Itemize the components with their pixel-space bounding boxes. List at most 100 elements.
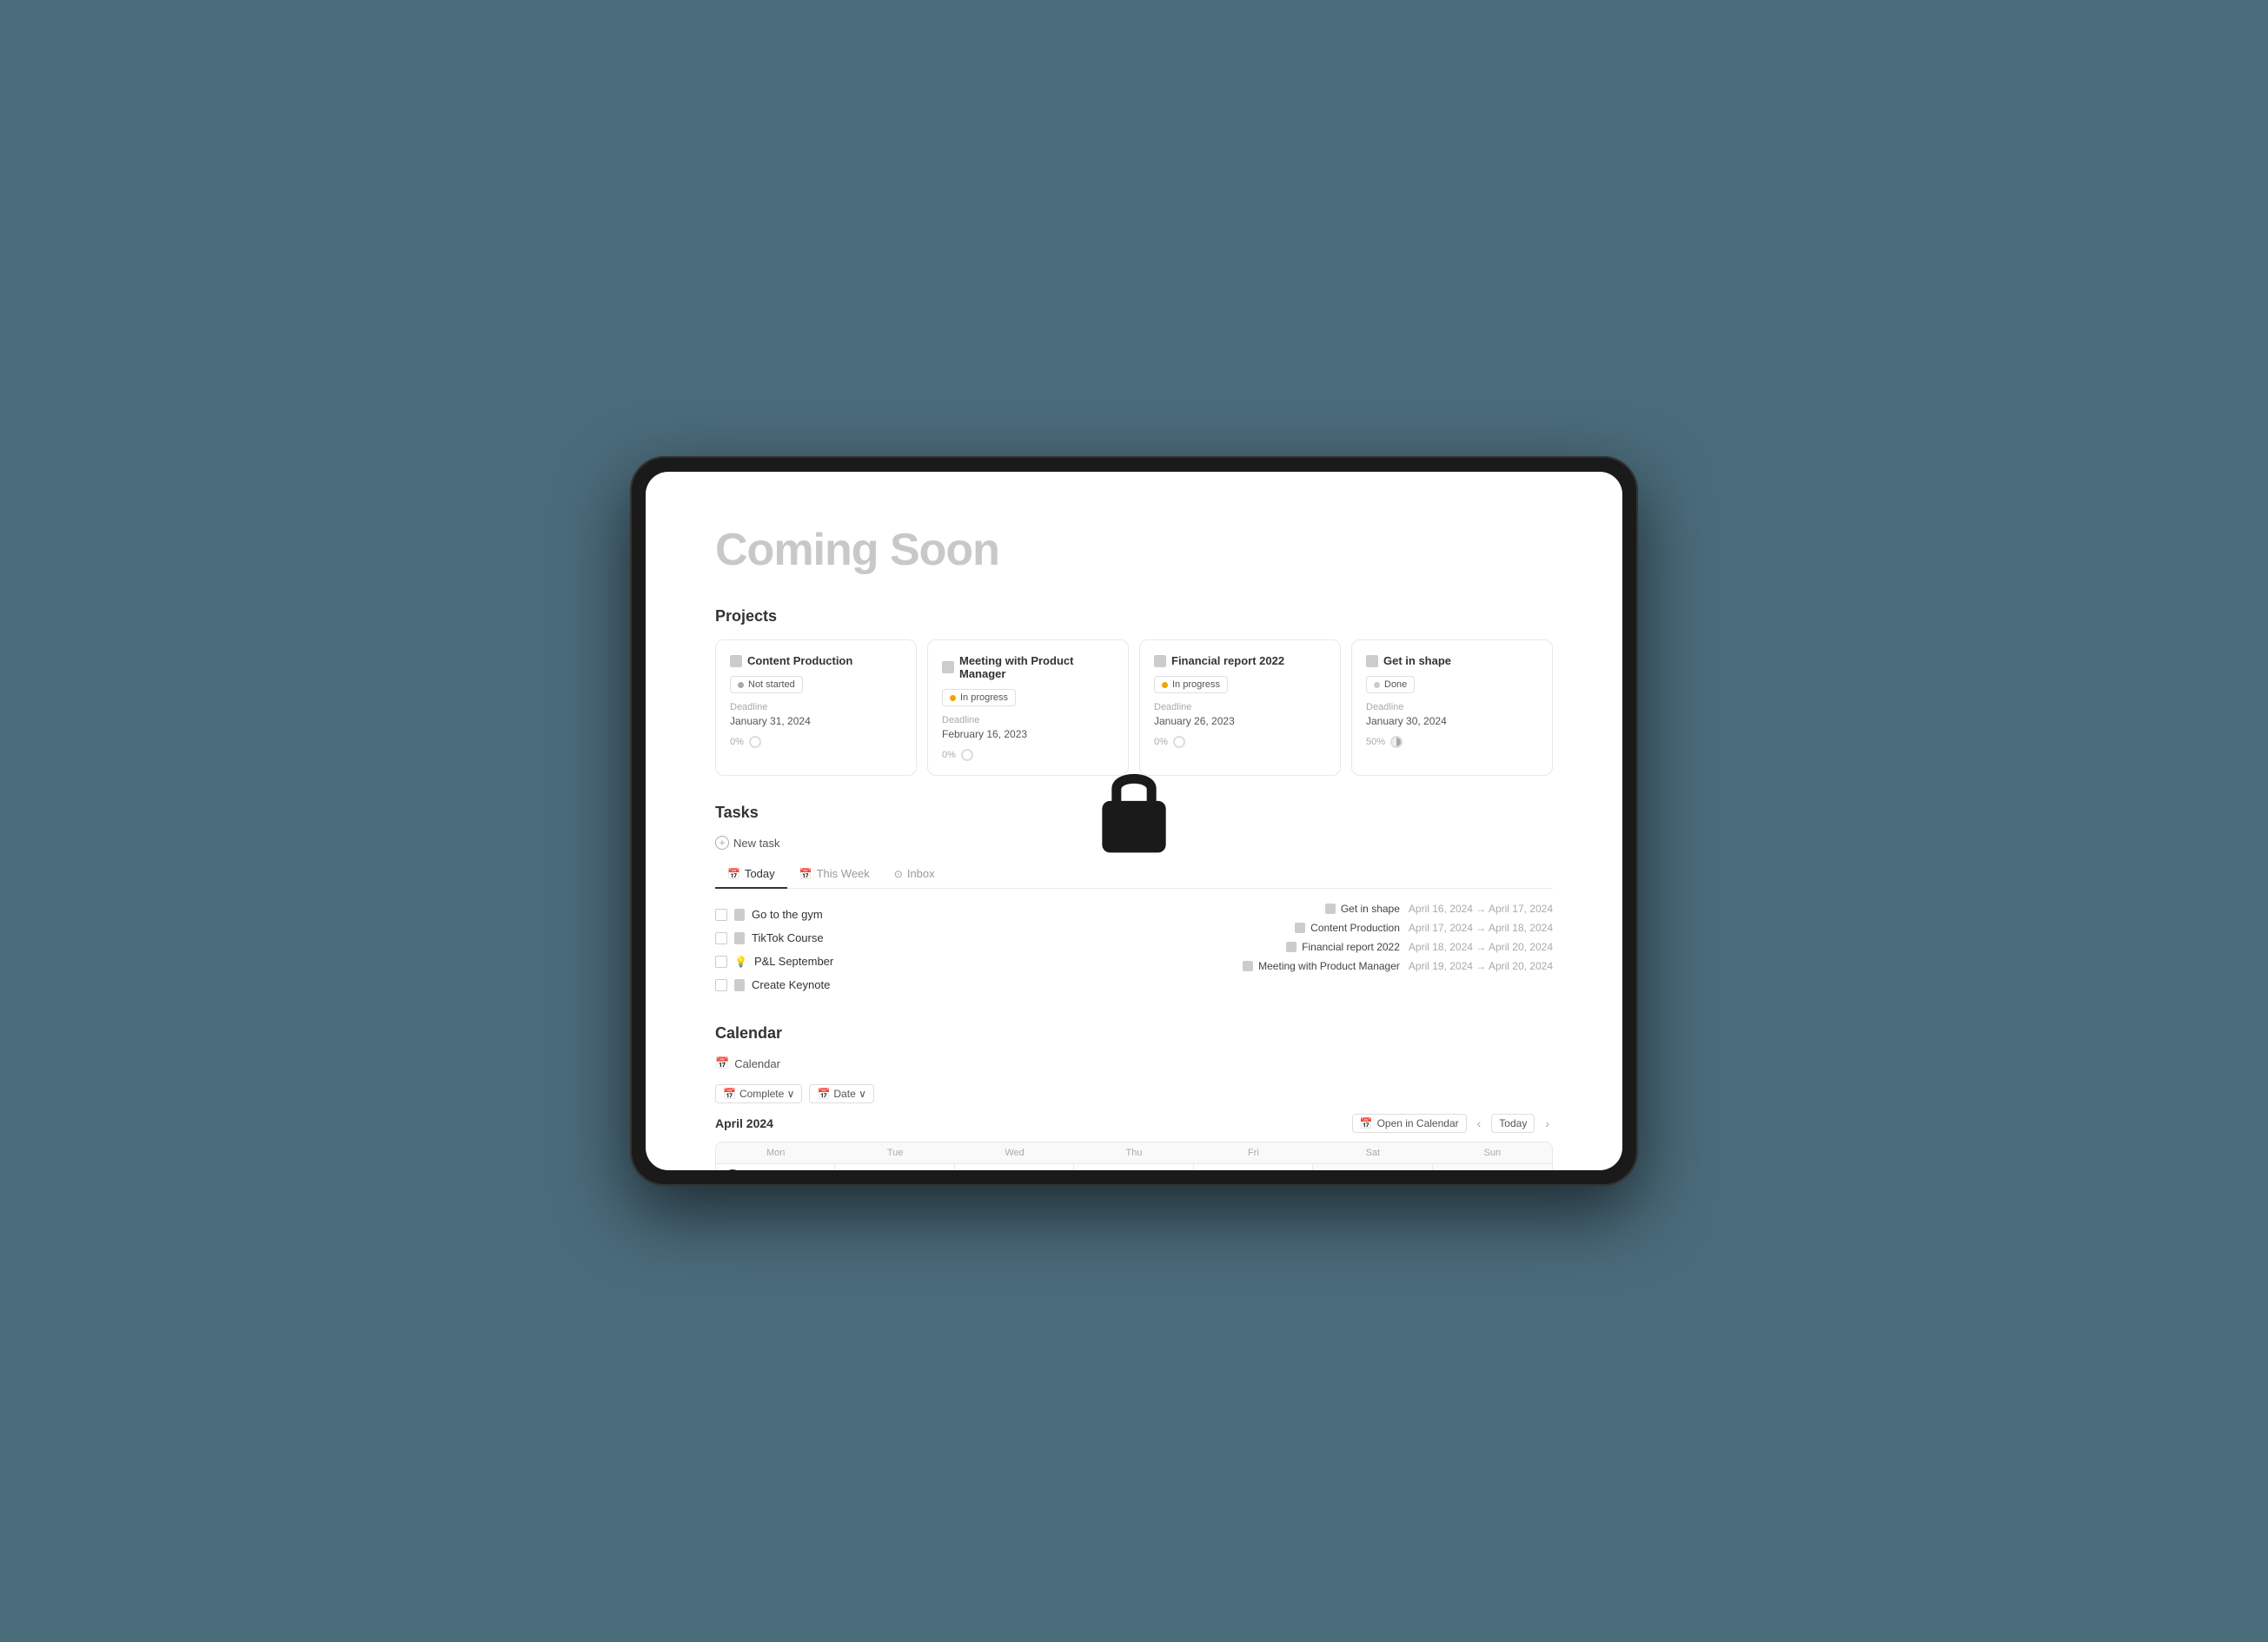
tablet-frame: Coming Soon Projects Content Production … [630, 456, 1638, 1186]
cal-date-21: 21 [1440, 1169, 1545, 1170]
timeline-item-3: Meeting with Product Manager April 19, 2… [1151, 960, 1553, 972]
cal-header-thu: Thu [1074, 1142, 1193, 1163]
task-checkbox-0[interactable] [715, 909, 727, 921]
progress-3: 50% [1366, 736, 1538, 748]
cal-prev-button[interactable]: ‹ [1474, 1115, 1485, 1132]
cal-cell-17[interactable]: 17 TikTok Course Complete [955, 1164, 1074, 1170]
task-item-3[interactable]: Create Keynote [715, 973, 1117, 996]
cal-header-fri: Fri [1194, 1142, 1313, 1163]
calendar-week-row: 15 16 Go to the gym [716, 1164, 1552, 1170]
cal-cell-18[interactable]: 18 📍 P&L September Complete [1074, 1164, 1193, 1170]
calendar-days-header: Mon Tue Wed Thu Fri Sat Sun [716, 1142, 1552, 1164]
project-card-0[interactable]: Content Production Not started Deadline … [715, 639, 917, 776]
project-card-title-0: Content Production [730, 654, 902, 667]
deadline-label-3: Deadline [1366, 702, 1538, 712]
calendar-month: April 2024 [715, 1116, 773, 1130]
open-in-calendar-button[interactable]: 📅 Open in Calendar [1352, 1114, 1467, 1133]
task-doc-icon-3 [734, 979, 745, 991]
timeline-title-0: Get in shape [1325, 903, 1400, 915]
project-icon-0 [730, 655, 742, 667]
project-card-title-1: Meeting with Product Manager [942, 654, 1114, 680]
deadline-date-2: January 26, 2023 [1154, 715, 1326, 727]
cal-date-19: 19 [1201, 1169, 1305, 1170]
calendar-nav: 📅 Open in Calendar ‹ Today › [1352, 1114, 1553, 1133]
new-task-button[interactable]: + New task [715, 836, 779, 850]
projects-grid: Content Production Not started Deadline … [715, 639, 1553, 776]
task-checkbox-1[interactable] [715, 932, 727, 944]
task-checkbox-3[interactable] [715, 979, 727, 991]
project-card-3[interactable]: Get in shape Done Deadline January 30, 2… [1351, 639, 1553, 776]
deadline-date-1: February 16, 2023 [942, 728, 1114, 740]
status-dot-2 [1162, 682, 1168, 688]
project-icon-3 [1366, 655, 1378, 667]
tab-this-week[interactable]: 📅 This Week [787, 862, 882, 889]
status-badge-1: In progress [942, 689, 1016, 706]
task-item-2[interactable]: 💡 P&L September [715, 950, 1117, 973]
tab-week-icon: 📅 [799, 868, 812, 880]
task-checkbox-2[interactable] [715, 956, 727, 968]
cal-cell-20[interactable]: 20 [1313, 1164, 1432, 1170]
timeline-item-2: Financial report 2022 April 18, 2024 → A… [1151, 941, 1553, 953]
status-dot-0 [738, 682, 744, 688]
task-item-0[interactable]: Go to the gym [715, 903, 1117, 926]
tab-inbox-icon: ⊙ [894, 868, 903, 880]
timeline-icon-1 [1295, 923, 1305, 933]
deadline-label-0: Deadline [730, 702, 902, 712]
cal-date-18: 18 [1081, 1169, 1185, 1170]
content-area[interactable]: Coming Soon Projects Content Production … [646, 472, 1622, 1170]
cal-date-17: 17 [962, 1169, 1066, 1170]
progress-0: 0% [730, 736, 902, 748]
deadline-label-2: Deadline [1154, 702, 1326, 712]
projects-section: Projects Content Production Not started … [715, 607, 1553, 776]
calendar-section: Calendar 📅 Calendar 📅 Complete ∨ 📅 Date … [715, 1024, 1553, 1170]
timeline-title-3: Meeting with Product Manager [1243, 960, 1400, 972]
cal-header-tue: Tue [835, 1142, 954, 1163]
deadline-date-3: January 30, 2024 [1366, 715, 1538, 727]
tablet-screen: Coming Soon Projects Content Production … [646, 472, 1622, 1170]
cal-cell-21[interactable]: 21 [1433, 1164, 1552, 1170]
progress-circle-3 [1390, 736, 1403, 748]
project-card-title-3: Get in shape [1366, 654, 1538, 667]
calendar-label: 📅 Calendar [715, 1056, 780, 1070]
cal-header-mon: Mon [716, 1142, 835, 1163]
filter-date-button[interactable]: 📅 Date ∨ [809, 1084, 873, 1103]
timeline-icon-2 [1286, 942, 1296, 952]
plus-icon: + [715, 836, 729, 850]
project-icon-1 [942, 661, 954, 673]
cal-header-sat: Sat [1313, 1142, 1432, 1163]
timeline-title-2: Financial report 2022 [1286, 941, 1400, 953]
calendar-toolbar: 📅 Calendar [715, 1056, 1553, 1070]
progress-2: 0% [1154, 736, 1326, 748]
filter-complete-button[interactable]: 📅 Complete ∨ [715, 1084, 802, 1103]
progress-circle-1 [961, 749, 973, 761]
projects-section-title: Projects [715, 607, 1553, 626]
project-card-1[interactable]: Meeting with Product Manager In progress… [927, 639, 1129, 776]
cal-date-16: 16 [842, 1169, 946, 1170]
cal-next-button[interactable]: › [1542, 1115, 1553, 1132]
tasks-toolbar: + New task [715, 836, 1553, 850]
cal-cell-19[interactable]: 19 [1194, 1164, 1313, 1170]
cal-today-button[interactable]: Today [1491, 1114, 1535, 1133]
cal-cell-15[interactable]: 15 [716, 1164, 835, 1170]
status-dot-3 [1374, 682, 1380, 688]
project-icon-2 [1154, 655, 1166, 667]
timeline-item-1: Content Production April 17, 2024 → Apri… [1151, 922, 1553, 934]
cal-cell-16[interactable]: 16 Go to the gym Complete [835, 1164, 954, 1170]
status-badge-3: Done [1366, 676, 1415, 693]
tab-today[interactable]: 📅 Today [715, 862, 787, 889]
tasks-section-title: Tasks [715, 804, 1553, 822]
task-doc-icon-0 [734, 909, 745, 921]
progress-circle-0 [749, 736, 761, 748]
cal-header-wed: Wed [955, 1142, 1074, 1163]
task-item-1[interactable]: TikTok Course [715, 926, 1117, 950]
cal-header-sun: Sun [1433, 1142, 1552, 1163]
task-doc-icon-1 [734, 932, 745, 944]
tasks-tabs: 📅 Today 📅 This Week ⊙ Inbox [715, 862, 1553, 889]
timeline-list: Get in shape April 16, 2024 → April 17, … [1134, 903, 1553, 996]
project-card-2[interactable]: Financial report 2022 In progress Deadli… [1139, 639, 1341, 776]
progress-circle-2 [1173, 736, 1185, 748]
calendar-grid: Mon Tue Wed Thu Fri Sat Sun 15 [715, 1142, 1553, 1170]
tab-inbox[interactable]: ⊙ Inbox [882, 862, 947, 889]
timeline-item-0: Get in shape April 16, 2024 → April 17, … [1151, 903, 1553, 915]
cal-date-20: 20 [1320, 1169, 1424, 1170]
